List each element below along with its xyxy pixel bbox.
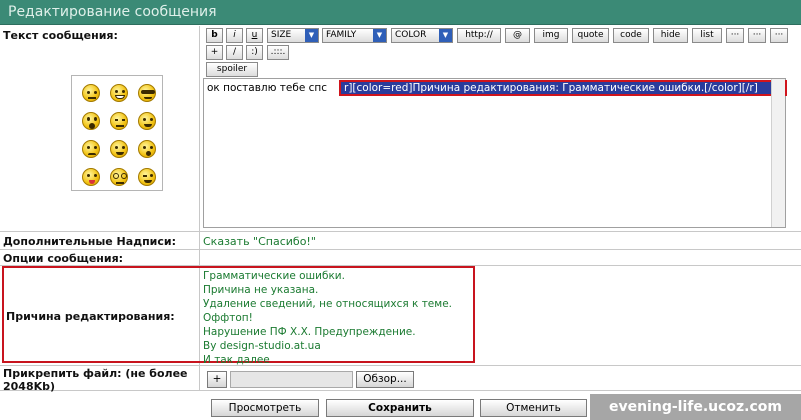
reason-option[interactable]: By design-studio.at.ua [203, 339, 452, 353]
color-dropdown-label: COLOR [395, 30, 427, 40]
reason-option[interactable]: Причина не указана. [203, 283, 452, 297]
message-text: ок поставлю тебе спс [207, 82, 328, 94]
add-file-button[interactable]: + [207, 371, 227, 388]
happy-smiley-icon[interactable] [138, 112, 156, 130]
textarea-scrollbar[interactable] [771, 79, 785, 227]
color-dropdown[interactable]: COLOR ▼ [391, 28, 453, 43]
chevron-down-icon: ▼ [305, 29, 318, 42]
code-button[interactable]: code [613, 28, 649, 43]
reason-option[interactable]: Удаление сведений, не относящихся к теме… [203, 297, 452, 311]
more-button[interactable]: ··· [770, 28, 788, 43]
sad-smiley-icon[interactable] [82, 140, 100, 158]
tongue-smiley-icon[interactable] [82, 168, 100, 186]
email-button[interactable]: @ [505, 28, 530, 43]
plus-button[interactable]: + [206, 45, 223, 60]
selected-text: r][color=red]Причина редактирования: Гра… [339, 80, 787, 96]
angry-smiley-icon[interactable] [82, 84, 100, 102]
hide-button[interactable]: hide [653, 28, 688, 43]
smiley-button[interactable]: :) [246, 45, 263, 60]
chevron-down-icon: ▼ [373, 29, 386, 42]
reason-option[interactable]: Нарушение ПФ Х.Х. Предупреждение. [203, 325, 452, 339]
file-path-input[interactable] [230, 371, 353, 388]
smiley-panel [71, 75, 163, 191]
reason-option[interactable]: И так далее [203, 353, 452, 367]
italic-button[interactable]: i [226, 28, 243, 43]
slash-button[interactable]: / [226, 45, 243, 60]
bold-button[interactable]: b [206, 28, 223, 43]
nerd-smiley-icon[interactable] [110, 168, 128, 186]
attach-file-label: Прикрепить файл: (не более 2048Kb) [3, 367, 188, 393]
edit-reason-label: Причина редактирования: [6, 310, 175, 323]
shocked-smiley-icon[interactable] [82, 112, 100, 130]
spoiler-button[interactable]: spoiler [206, 62, 258, 77]
save-button[interactable]: Сохранить [326, 399, 474, 417]
reason-list: Грамматические ошибки. Причина не указан… [203, 269, 452, 367]
more-button[interactable]: ··· [748, 28, 766, 43]
smirk-smiley-icon[interactable] [110, 112, 128, 130]
reason-option[interactable]: Грамматические ошибки. [203, 269, 452, 283]
underline-button[interactable]: u [246, 28, 263, 43]
browse-button[interactable]: Обзор... [356, 371, 414, 388]
cool-smiley-icon[interactable] [138, 84, 156, 102]
watermark: evening-life.ucoz.com [590, 394, 801, 420]
laughing-smiley-icon[interactable] [110, 84, 128, 102]
preview-button[interactable]: Просмотреть [211, 399, 319, 417]
family-dropdown[interactable]: FAMILY ▼ [322, 28, 387, 43]
say-thanks-link[interactable]: Сказать "Спасибо!" [203, 235, 316, 248]
smile-smiley-icon[interactable] [110, 140, 128, 158]
window-title-bar: Редактирование сообщения [0, 0, 801, 25]
url-button[interactable]: http:// [457, 28, 501, 43]
family-dropdown-label: FAMILY [326, 30, 357, 40]
extra-captions-label: Дополнительные Надписи: [3, 235, 177, 248]
more-button[interactable]: ··· [726, 28, 744, 43]
row-divider [0, 231, 801, 232]
size-dropdown[interactable]: SIZE ▼ [267, 28, 319, 43]
message-text-label: Текст сообщения: [3, 29, 118, 42]
cancel-button[interactable]: Отменить [480, 399, 587, 417]
surprised-smiley-icon[interactable] [138, 140, 156, 158]
size-dropdown-label: SIZE [271, 30, 292, 40]
reason-option[interactable]: Оффтоп! [203, 311, 452, 325]
message-textarea[interactable]: ок поставлю тебе спс r][color=red]Причин… [203, 78, 787, 228]
wink-smiley-icon[interactable] [138, 168, 156, 186]
message-options-label: Опции сообщения: [3, 252, 124, 265]
row-divider [0, 249, 801, 250]
window-title: Редактирование сообщения [8, 4, 217, 20]
dots-button[interactable]: .:::. [267, 45, 289, 60]
list-button[interactable]: list [692, 28, 722, 43]
img-button[interactable]: img [534, 28, 568, 43]
chevron-down-icon: ▼ [439, 29, 452, 42]
quote-button[interactable]: quote [572, 28, 609, 43]
